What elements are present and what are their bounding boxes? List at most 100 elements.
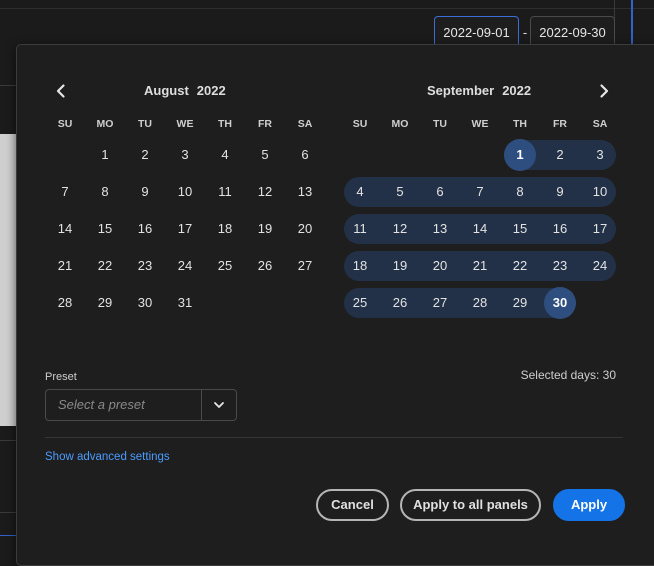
calendar-day[interactable]: 29 (500, 287, 540, 319)
calendar-day[interactable]: 3 (165, 139, 205, 171)
background-divider (0, 440, 16, 441)
next-month-button[interactable] (595, 82, 613, 100)
calendar-day[interactable]: 30 (125, 287, 165, 319)
selected-days-count: Selected days: 30 (520, 368, 616, 382)
preset-dropdown[interactable]: Select a preset (45, 389, 237, 421)
calendar-day-number: 8 (516, 184, 524, 199)
calendar-day[interactable]: 26 (380, 287, 420, 319)
calendar-day[interactable]: 6 (420, 176, 460, 208)
calendar-day[interactable]: 1 (85, 139, 125, 171)
calendar-day[interactable]: 14 (45, 213, 85, 245)
calendar-day-number: 20 (297, 221, 313, 236)
calendar-day-number: 30 (137, 295, 153, 310)
calendar-day[interactable]: 28 (460, 287, 500, 319)
calendar-day[interactable]: 7 (45, 176, 85, 208)
calendar-day[interactable]: 24 (580, 250, 620, 282)
calendar-day[interactable]: 17 (165, 213, 205, 245)
calendar-day[interactable]: 18 (340, 250, 380, 282)
date-range-separator: - (522, 25, 528, 40)
calendar-day[interactable]: 8 (85, 176, 125, 208)
calendar-day[interactable]: 2 (125, 139, 165, 171)
calendar-day-number: 7 (61, 184, 69, 199)
calendar-day-number: 25 (217, 258, 233, 273)
calendar-day[interactable]: 28 (45, 287, 85, 319)
apply-button[interactable]: Apply (553, 489, 625, 521)
weekday-header: SU MO TU WE TH FR SA (45, 118, 325, 134)
background-divider (0, 512, 16, 513)
calendar-day[interactable]: 1 (500, 139, 540, 171)
calendar-week: 4 5 6 7 8 9 10 (340, 176, 620, 208)
calendar-day[interactable]: 10 (165, 176, 205, 208)
calendar-day[interactable]: 22 (85, 250, 125, 282)
calendar-day[interactable]: 4 (340, 176, 380, 208)
calendar-day[interactable]: 11 (205, 176, 245, 208)
calendar-day-number: 5 (261, 147, 269, 162)
calendar-day[interactable]: 15 (85, 213, 125, 245)
calendar-day[interactable]: 10 (580, 176, 620, 208)
calendar-day[interactable]: 6 (285, 139, 325, 171)
calendar-day[interactable]: 14 (460, 213, 500, 245)
show-advanced-settings-link[interactable]: Show advanced settings (45, 451, 170, 463)
calendar-day[interactable]: 17 (580, 213, 620, 245)
calendar-day[interactable]: 31 (165, 287, 205, 319)
preset-dropdown-button[interactable] (201, 390, 236, 420)
calendar-day[interactable]: 19 (380, 250, 420, 282)
calendar-day-number: 3 (181, 147, 189, 162)
calendar-day[interactable]: 11 (340, 213, 380, 245)
calendar-day[interactable]: 25 (340, 287, 380, 319)
calendar-day[interactable]: 9 (540, 176, 580, 208)
calendar-day[interactable]: 19 (245, 213, 285, 245)
calendar-day[interactable]: 5 (245, 139, 285, 171)
calendar-day[interactable]: 27 (285, 250, 325, 282)
calendar-day[interactable]: 21 (45, 250, 85, 282)
calendar-day[interactable]: 2 (540, 139, 580, 171)
calendar-day[interactable]: 13 (420, 213, 460, 245)
calendar-day[interactable]: 23 (125, 250, 165, 282)
previous-month-button[interactable] (52, 82, 70, 100)
apply-to-all-panels-button[interactable]: Apply to all panels (400, 489, 541, 521)
calendar-day[interactable]: 25 (205, 250, 245, 282)
chevron-right-icon (600, 84, 609, 98)
cancel-button[interactable]: Cancel (316, 489, 389, 521)
calendar-day[interactable]: 24 (165, 250, 205, 282)
calendar-day[interactable]: 29 (85, 287, 125, 319)
calendar-day[interactable]: 30 (540, 287, 580, 319)
calendar-day[interactable]: 20 (285, 213, 325, 245)
calendar-day[interactable]: 22 (500, 250, 540, 282)
calendar-day-number: 23 (552, 258, 568, 273)
calendar-day[interactable]: 26 (245, 250, 285, 282)
calendar-day-number: 17 (177, 221, 193, 236)
weekday-label: SU (57, 118, 73, 130)
calendar-day[interactable]: 13 (285, 176, 325, 208)
calendar-day[interactable]: 7 (460, 176, 500, 208)
weekday-label: SU (352, 118, 368, 130)
calendar-day[interactable]: 16 (125, 213, 165, 245)
calendar-day[interactable]: 8 (500, 176, 540, 208)
calendar-day[interactable]: 15 (500, 213, 540, 245)
calendar-day[interactable]: 9 (125, 176, 165, 208)
calendar-august: SU MO TU WE TH FR SA 1 2 3 4 5 6 7 8 9 10 11 12 13 14 15 16 17 1… (45, 118, 325, 319)
weekday-header: SU MO TU WE TH FR SA (340, 118, 620, 134)
calendar-day[interactable]: 20 (420, 250, 460, 282)
calendar-empty-cell (245, 287, 285, 319)
calendar-day-number: 22 (512, 258, 528, 273)
calendar-day-number: 14 (57, 221, 73, 236)
calendar-day-number: 5 (396, 184, 404, 199)
calendar-day-number: 18 (217, 221, 233, 236)
calendar-day[interactable]: 21 (460, 250, 500, 282)
calendar-day[interactable]: 4 (205, 139, 245, 171)
calendar-day-number: 13 (297, 184, 313, 199)
calendar-day-number: 9 (556, 184, 564, 199)
calendar-week: 11 12 13 14 15 16 17 (340, 213, 620, 245)
calendar-day-number: 17 (592, 221, 608, 236)
calendar-day[interactable]: 5 (380, 176, 420, 208)
calendar-day[interactable]: 3 (580, 139, 620, 171)
calendar-day-number: 28 (57, 295, 73, 310)
calendar-day[interactable]: 12 (380, 213, 420, 245)
calendar-day[interactable]: 27 (420, 287, 460, 319)
calendar-day[interactable]: 12 (245, 176, 285, 208)
calendar-week: 21 22 23 24 25 26 27 (45, 250, 325, 282)
calendar-day[interactable]: 18 (205, 213, 245, 245)
calendar-day[interactable]: 16 (540, 213, 580, 245)
calendar-day[interactable]: 23 (540, 250, 580, 282)
